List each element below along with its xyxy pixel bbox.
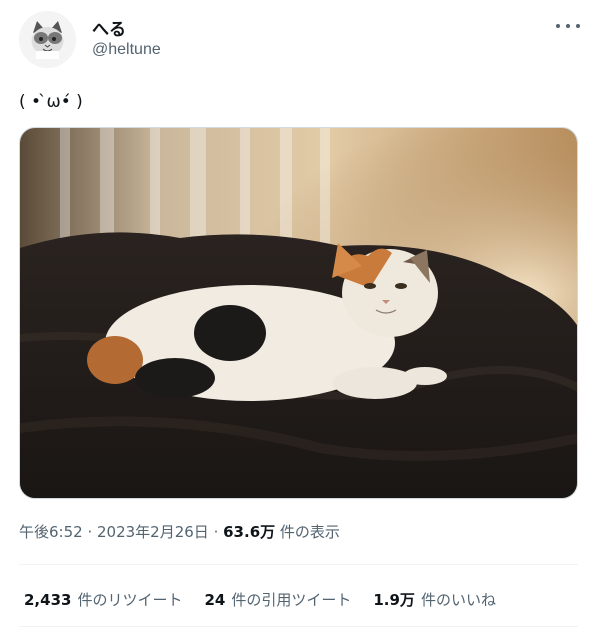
retweets-label: 件のリツイート <box>77 591 183 609</box>
more-dot <box>556 24 560 28</box>
quotes-count: 24 <box>204 591 226 609</box>
divider <box>19 626 578 627</box>
tweet-header: へる @heltune <box>0 0 598 80</box>
cat-photo-image <box>20 128 577 498</box>
tweet-time[interactable]: 午後6:52 <box>19 523 83 541</box>
divider <box>19 564 578 565</box>
likes-label: 件のいいね <box>420 591 496 609</box>
tweet-photo[interactable] <box>19 127 578 499</box>
retweets-count: 2,433 <box>24 591 72 609</box>
meta-separator: · <box>208 523 224 541</box>
avatar[interactable] <box>19 11 76 68</box>
quotes-label: 件の引用ツイート <box>231 591 352 609</box>
likes-stat[interactable]: 1.9万 件のいいね <box>373 589 496 610</box>
tweet-text: ( • ̀ω•́ ) <box>19 92 83 112</box>
quotes-stat[interactable]: 24 件の引用ツイート <box>204 589 351 610</box>
views-label: 件の表示 <box>275 523 340 541</box>
more-dot <box>576 24 580 28</box>
tweet-meta: 午後6:52 · 2023年2月26日 · 63.6万 件の表示 <box>19 521 340 542</box>
more-dot <box>566 24 570 28</box>
more-horizontal-icon[interactable] <box>556 18 580 34</box>
likes-count: 1.9万 <box>373 591 415 609</box>
tweet-date[interactable]: 2023年2月26日 <box>97 523 209 541</box>
meta-separator: · <box>82 523 97 541</box>
avatar-image <box>19 11 76 68</box>
tweet-stats: 2,433 件のリツイート 24 件の引用ツイート 1.9万 件のいいね <box>24 589 518 610</box>
retweets-stat[interactable]: 2,433 件のリツイート <box>24 589 182 610</box>
views-count: 63.6万 <box>223 523 276 541</box>
display-name[interactable]: へる <box>92 15 126 40</box>
user-handle[interactable]: @heltune <box>92 41 161 59</box>
